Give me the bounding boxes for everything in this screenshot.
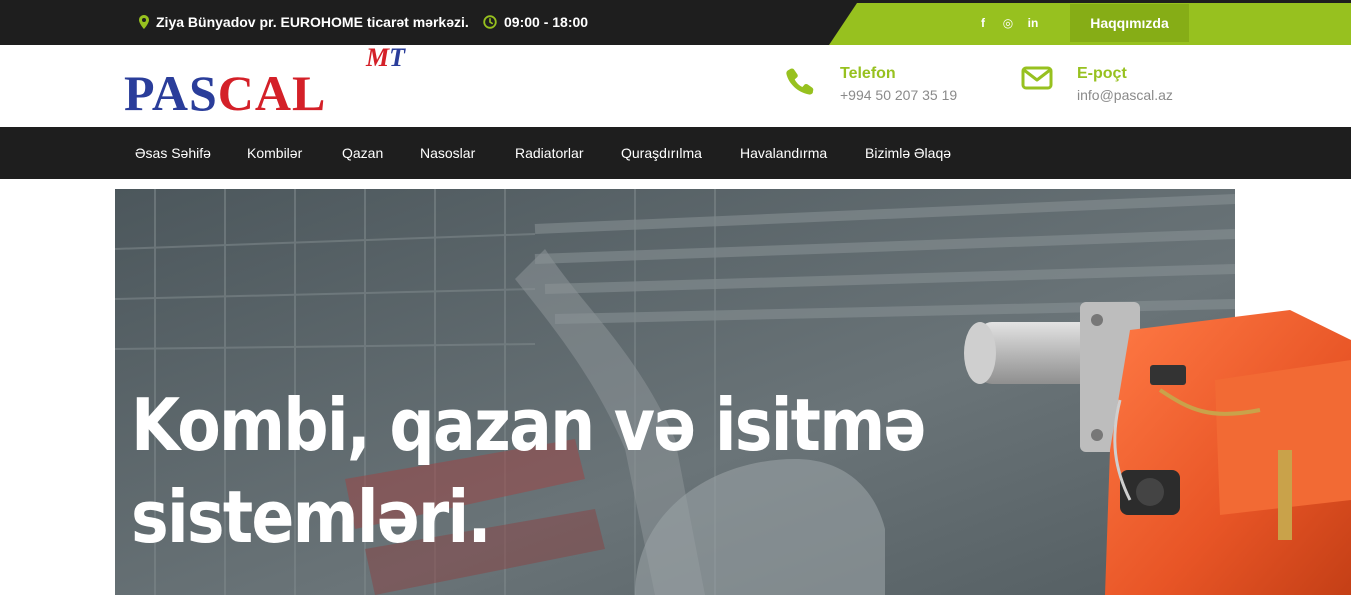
email-address[interactable]: info@pascal.az <box>1077 86 1173 104</box>
instagram-icon[interactable]: ◎ <box>1002 16 1014 30</box>
clock-icon <box>483 15 497 29</box>
phone-contact: Telefon +994 50 207 35 19 <box>784 65 957 104</box>
nav-item-radiatorlar[interactable]: Radiatorlar <box>515 144 583 162</box>
envelope-icon <box>1021 66 1053 90</box>
address-text: Ziya Bünyadov pr. EUROHOME ticarət mərkə… <box>156 14 469 30</box>
top-bar: Ziya Bünyadov pr. EUROHOME ticarət mərkə… <box>0 0 1351 45</box>
about-button[interactable]: Haqqımızda <box>1070 4 1189 42</box>
address-info: Ziya Bünyadov pr. EUROHOME ticarət mərkə… <box>139 14 469 30</box>
phone-number[interactable]: +994 50 207 35 19 <box>840 86 957 104</box>
hero-title: Kombi, qazan və isitmə sistemləri. <box>131 379 926 563</box>
linkedin-icon[interactable]: in <box>1027 16 1039 30</box>
main-nav: Əsas Səhifə Kombilər Qazan Nasoslar Radi… <box>0 127 1351 179</box>
nav-item-kombiler[interactable]: Kombilər <box>247 144 302 162</box>
logo-part-2: CAL <box>217 65 327 121</box>
nav-item-home[interactable]: Əsas Səhifə <box>135 144 211 162</box>
logo-part-1: PAS <box>124 65 218 121</box>
nav-item-nasoslar[interactable]: Nasoslar <box>420 144 475 162</box>
logo-wordmark: PASCAL <box>124 67 326 119</box>
facebook-icon[interactable]: f <box>977 16 989 30</box>
logo-mark-1: M <box>366 43 390 72</box>
phone-title: Telefon <box>840 65 896 82</box>
nav-item-qazan[interactable]: Qazan <box>342 144 383 162</box>
hero-title-line-1: Kombi, qazan və isitmə <box>131 383 926 467</box>
email-contact: E-poçt info@pascal.az <box>1021 65 1173 104</box>
location-pin-icon <box>139 15 149 29</box>
logo-mark-2: T <box>389 43 406 72</box>
site-header: PASCAL MT Telefon +994 50 207 35 19 E-po… <box>0 45 1351 127</box>
nav-item-contact[interactable]: Bizimlə Əlaqə <box>865 144 951 162</box>
nav-item-qurasdirilma[interactable]: Quraşdırılma <box>621 144 702 162</box>
social-links: f ◎ in <box>977 16 1039 30</box>
working-hours: 09:00 - 18:00 <box>483 14 588 30</box>
burner-product-image <box>964 302 1351 595</box>
logo-mark: MT <box>366 45 405 71</box>
hours-text: 09:00 - 18:00 <box>504 14 589 30</box>
nav-item-havalandirma[interactable]: Havalandırma <box>740 144 827 162</box>
logo[interactable]: PASCAL MT <box>122 45 422 125</box>
hero-title-line-2: sistemləri. <box>131 475 492 559</box>
phone-icon <box>786 68 814 95</box>
email-title: E-poçt <box>1077 65 1127 82</box>
